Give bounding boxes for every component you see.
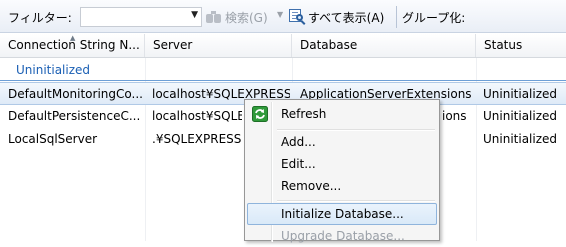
column-header-label: Database xyxy=(300,38,358,52)
cell-name: DefaultPersistenceC... xyxy=(8,109,141,123)
sort-ascending-icon: ▲ xyxy=(70,34,76,42)
search-button-label: 検索(G) xyxy=(225,11,268,25)
menu-item-add[interactable]: Add... xyxy=(247,131,437,153)
group-label: Uninitialized xyxy=(16,63,91,77)
column-header-label: Server xyxy=(153,38,193,52)
column-header-connection-string[interactable]: ▲ Connection String N... xyxy=(0,34,145,57)
cell-server: localhost¥SQLEX xyxy=(152,109,242,123)
menu-item-label: Edit... xyxy=(281,157,316,171)
context-menu: Refresh Add... Edit... Remove... Initial… xyxy=(244,99,440,243)
cell-database: ions xyxy=(442,109,467,123)
cell-status: Uninitialized xyxy=(483,132,558,146)
group-header-row[interactable]: Uninitialized xyxy=(0,58,566,81)
cell-name: DefaultMonitoringCo... xyxy=(8,87,142,101)
menu-item-initialize-database[interactable]: Initialize Database... xyxy=(247,203,437,225)
search-dropdown-icon[interactable]: ▼ xyxy=(277,10,283,19)
menu-item-label: Initialize Database... xyxy=(281,207,404,221)
group-by-label: グループ化: xyxy=(402,11,466,25)
cell-server: .¥SQLEXPRESS xyxy=(152,132,242,146)
menu-item-label: Refresh xyxy=(281,107,327,121)
toolbar-separator xyxy=(396,6,397,28)
column-header-status[interactable]: Status xyxy=(476,34,566,57)
group-divider xyxy=(0,80,566,81)
filter-label: フィルター: xyxy=(8,11,72,25)
column-header-database[interactable]: Database xyxy=(292,34,476,57)
dropdown-arrow-icon: ▼ xyxy=(191,10,198,20)
column-header-server[interactable]: Server xyxy=(145,34,292,57)
toolbar: フィルター: ▼ 検索(G) ▼ すべて表示(A) グループ化: xyxy=(0,0,566,33)
show-all-icon xyxy=(288,8,306,25)
binoculars-icon xyxy=(205,8,222,23)
cell-status: Uninitialized xyxy=(483,87,558,101)
grid-header: ▲ Connection String N... Server Database… xyxy=(0,34,566,58)
menu-item-remove[interactable]: Remove... xyxy=(247,175,437,197)
filter-dropdown[interactable]: ▼ xyxy=(80,7,202,27)
show-all-button[interactable]: すべて表示(A) xyxy=(288,5,392,28)
cell-name: LocalSqlServer xyxy=(8,132,98,146)
menu-item-edit[interactable]: Edit... xyxy=(247,153,437,175)
search-button[interactable]: 検索(G) xyxy=(205,5,268,28)
menu-item-label: Add... xyxy=(281,135,316,149)
menu-separator xyxy=(277,200,435,202)
menu-item-refresh[interactable]: Refresh xyxy=(247,103,437,125)
refresh-icon xyxy=(252,106,268,122)
cell-status: Uninitialized xyxy=(483,109,558,123)
column-header-label: Status xyxy=(484,38,523,52)
menu-item-label: Remove... xyxy=(281,179,342,193)
menu-item-upgrade-database[interactable]: Upgrade Database... xyxy=(247,225,437,247)
show-all-label: すべて表示(A) xyxy=(308,11,385,25)
